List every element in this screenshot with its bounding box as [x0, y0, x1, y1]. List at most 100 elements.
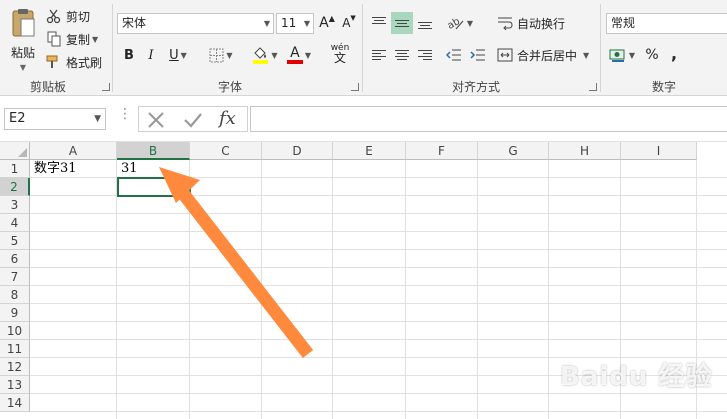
chevron-down-icon: ▼ [92, 34, 99, 44]
row-header-2[interactable]: 2 [0, 178, 30, 196]
row-header-3[interactable]: 3 [0, 196, 30, 214]
font-color-button[interactable]: A ▼ [283, 44, 315, 66]
row-header-10[interactable]: 10 [0, 322, 30, 340]
row-header-7[interactable]: 7 [0, 268, 30, 286]
select-all-icon [18, 148, 27, 157]
name-box[interactable]: E2 ▼ [4, 108, 106, 130]
copy-button[interactable]: 复制 ▼ [46, 29, 98, 49]
align-center-button[interactable] [391, 44, 413, 66]
decrease-indent-button[interactable] [443, 44, 465, 66]
format-painter-icon [46, 55, 58, 68]
column-header-A[interactable]: A [30, 142, 117, 160]
paste-icon [12, 9, 35, 37]
align-middle-icon [395, 17, 409, 29]
merge-center-icon [497, 48, 513, 62]
column-header-D[interactable]: D [262, 142, 333, 160]
clipboard-dialog-launcher-icon[interactable] [102, 83, 110, 91]
paste-button[interactable]: 粘贴 ▼ [4, 4, 42, 74]
align-left-button[interactable] [368, 44, 390, 66]
cell-B1[interactable]: 31 [118, 160, 190, 178]
number-format-value: 常规 [611, 16, 636, 30]
svg-text:ab: ab [447, 16, 462, 31]
formula-bar: E2 ▼ ⋮ fx [0, 96, 727, 142]
font-size-value: 11 [281, 16, 297, 30]
row-header-8[interactable]: 8 [0, 286, 30, 304]
accounting-format-button[interactable]: ▼ [606, 44, 638, 66]
cut-button[interactable]: 剪切 [46, 6, 90, 26]
font-dialog-launcher-icon[interactable] [351, 83, 359, 91]
align-center-icon [395, 49, 409, 61]
align-top-button[interactable] [368, 12, 390, 34]
column-header-C[interactable]: C [190, 142, 262, 160]
column-header-F[interactable]: F [406, 142, 478, 160]
comma-style-button[interactable]: , [666, 42, 682, 64]
grow-font-button[interactable]: A ▲ [318, 12, 336, 34]
row-header-14[interactable]: 14 [0, 394, 30, 412]
font-name-select[interactable]: 宋体 ▼ [117, 13, 274, 34]
borders-button[interactable]: ▼ [205, 44, 237, 66]
enter-check-icon[interactable] [183, 111, 203, 129]
align-top-icon [372, 17, 386, 29]
decrease-indent-icon [446, 49, 461, 61]
column-header-I[interactable]: I [621, 142, 697, 160]
grid-vline [548, 160, 549, 419]
shrink-font-button[interactable]: A ▼ [340, 12, 358, 34]
row-header-12[interactable]: 12 [0, 358, 30, 376]
underline-button[interactable]: U ▼ [164, 44, 192, 66]
fill-handle[interactable] [187, 193, 193, 199]
alignment-dialog-launcher-icon[interactable] [589, 83, 597, 91]
font-size-select[interactable]: 11 ▼ [276, 13, 314, 34]
row-header-4[interactable]: 4 [0, 214, 30, 232]
row-header-11[interactable]: 11 [0, 340, 30, 358]
merge-center-button[interactable]: 合并后居中 ▼ [497, 45, 589, 65]
chevron-down-icon: ▼ [303, 19, 310, 28]
currency-icon [609, 49, 625, 62]
grid-hline [30, 249, 727, 250]
borders-icon [209, 48, 224, 62]
wrap-text-button[interactable]: 自动换行 [497, 13, 565, 33]
grid-hline [30, 213, 727, 214]
column-header-G[interactable]: G [478, 142, 549, 160]
cut-label: 剪切 [66, 9, 91, 24]
chevron-down-icon: ▼ [263, 19, 270, 28]
chevron-down-icon: ▼ [583, 50, 590, 60]
cell-A1[interactable]: 数字31 [31, 160, 117, 178]
column-header-H[interactable]: H [549, 142, 621, 160]
cancel-icon[interactable] [147, 111, 165, 129]
row-header-9[interactable]: 9 [0, 304, 30, 322]
bold-button[interactable]: B [120, 44, 138, 66]
row-header-6[interactable]: 6 [0, 250, 30, 268]
increase-indent-button[interactable] [467, 44, 489, 66]
percent-style-button[interactable]: % [642, 44, 662, 66]
italic-button[interactable]: I [142, 44, 160, 66]
shrink-font-icon: A [342, 16, 351, 30]
align-middle-button[interactable] [391, 12, 413, 34]
format-painter-button[interactable]: 格式刷 [46, 52, 102, 72]
column-header-B[interactable]: B [117, 142, 190, 160]
chevron-down-icon: ▼ [19, 63, 27, 72]
formula-buttons: fx [138, 106, 248, 132]
grid-hline [30, 411, 727, 412]
ribbon-divider [112, 4, 113, 92]
align-right-button[interactable] [414, 44, 436, 66]
formula-input[interactable] [250, 106, 727, 132]
select-all-button[interactable] [0, 142, 30, 160]
phonetic-guide-button[interactable]: wén 文 [325, 42, 355, 64]
grip-icon[interactable]: ⋮ [118, 107, 132, 126]
row-header-1[interactable]: 1 [0, 160, 30, 178]
name-box-value: E2 [9, 111, 26, 126]
watermark: Baidu 经验 [560, 362, 713, 392]
active-cell-selection[interactable] [117, 177, 191, 197]
row-header-13[interactable]: 13 [0, 376, 30, 394]
copy-label: 复制 [66, 32, 91, 47]
row-header-5[interactable]: 5 [0, 232, 30, 250]
merge-center-label: 合并后居中 [517, 48, 578, 63]
align-bottom-button[interactable] [414, 12, 436, 34]
orientation-button[interactable]: ab ▼ [444, 12, 476, 34]
insert-function-icon[interactable]: fx [219, 108, 236, 129]
column-header-E[interactable]: E [333, 142, 406, 160]
chevron-down-icon: ▼ [180, 50, 187, 60]
font-color-icon: A [286, 46, 303, 64]
fill-color-button[interactable]: ▼ [249, 44, 281, 66]
number-format-select[interactable]: 常规 [606, 13, 727, 34]
